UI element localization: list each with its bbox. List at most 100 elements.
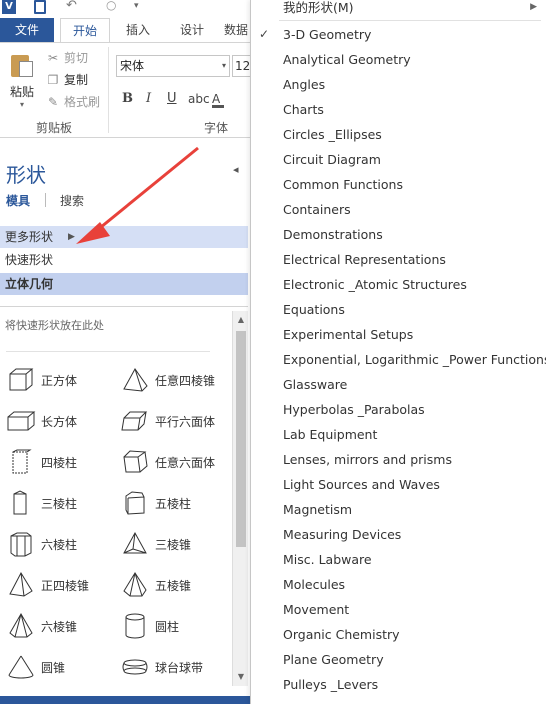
- shape-label: 圆锥: [41, 661, 66, 675]
- shape-label: 正方体: [41, 374, 78, 388]
- shape-item[interactable]: 三棱锥: [120, 529, 230, 559]
- bold-button[interactable]: B: [122, 89, 133, 109]
- shapes-pane: 形状 ◂ 模具 搜索 更多形状 ▶ 快速形状 立体几何 将快速形状放在此处 正方…: [0, 139, 250, 704]
- menu-item[interactable]: Equations: [251, 297, 546, 322]
- quick-shapes-item[interactable]: 快速形状: [0, 249, 248, 271]
- tab-home[interactable]: 开始: [60, 18, 110, 42]
- menu-item[interactable]: Plane Geometry: [251, 647, 546, 672]
- visio-logo-icon: V: [2, 0, 16, 14]
- shape-item[interactable]: 任意六面体: [120, 447, 230, 477]
- shape-item[interactable]: 三棱柱: [6, 488, 116, 518]
- tab-design[interactable]: 设计: [170, 18, 214, 42]
- clipboard-group-label: 剪贴板: [36, 121, 73, 135]
- format-painter-button[interactable]: ✎ 格式刷: [46, 93, 100, 111]
- menu-item[interactable]: Experimental Setups: [251, 322, 546, 347]
- menu-item[interactable]: Circuit Diagram: [251, 147, 546, 172]
- tab-divider: [45, 193, 46, 207]
- cuboid-icon: [7, 411, 36, 431]
- pane-divider: [0, 306, 248, 307]
- copy-button[interactable]: ❐ 复制: [46, 71, 88, 89]
- menu-item[interactable]: Containers: [251, 197, 546, 222]
- shape-item[interactable]: 五棱锥: [120, 570, 230, 600]
- tab-file[interactable]: 文件: [0, 18, 54, 42]
- menu-item-label: Demonstrations: [283, 227, 383, 242]
- shape-label: 平行六面体: [155, 415, 216, 429]
- shape-item[interactable]: 正四棱锥: [6, 570, 116, 600]
- menu-item[interactable]: Movement: [251, 597, 546, 622]
- stencil-3d-geometry[interactable]: 立体几何: [0, 273, 248, 295]
- penta-pyramid-icon: [123, 572, 147, 597]
- menu-item[interactable]: Magnetism: [251, 497, 546, 522]
- shape-item[interactable]: 球台球带: [120, 652, 230, 682]
- menu-item[interactable]: Glassware: [251, 372, 546, 397]
- shape-label: 圆柱: [155, 620, 180, 634]
- menu-item[interactable]: Circles _Ellipses: [251, 122, 546, 147]
- menu-item[interactable]: Measuring Devices: [251, 522, 546, 547]
- redo-icon[interactable]: ○: [106, 0, 118, 14]
- menu-item[interactable]: Molecules: [251, 572, 546, 597]
- save-icon[interactable]: [34, 0, 46, 14]
- shapes-scrollbar[interactable]: ▲ ▼: [232, 311, 248, 686]
- shape-item[interactable]: 圆柱: [120, 611, 230, 641]
- menu-item-label: Glassware: [283, 377, 348, 392]
- menu-item[interactable]: Lab Equipment: [251, 422, 546, 447]
- menu-item[interactable]: Electronic _Atomic Structures: [251, 272, 546, 297]
- menu-item[interactable]: Analytical Geometry: [251, 47, 546, 72]
- menu-item[interactable]: Pulleys _Levers: [251, 672, 546, 697]
- menu-item-label: Angles: [283, 77, 326, 92]
- tab-stencils[interactable]: 模具: [6, 192, 30, 209]
- paste-button[interactable]: 粘贴 ▾: [4, 49, 40, 111]
- scroll-down-icon[interactable]: ▼: [235, 670, 247, 684]
- collapse-pane-icon[interactable]: ◂: [233, 163, 239, 176]
- strikethrough-button[interactable]: abc: [188, 89, 210, 109]
- copy-icon: ❐: [47, 73, 59, 87]
- undo-icon[interactable]: ↶: [66, 0, 78, 14]
- shape-label: 六棱柱: [41, 538, 78, 552]
- menu-item-label: Containers: [283, 202, 351, 217]
- paste-label: 粘贴: [9, 85, 34, 99]
- menu-item[interactable]: Organic Chemistry: [251, 622, 546, 647]
- title-bar: V ↶ ○ ▾: [0, 0, 260, 18]
- menu-item[interactable]: Hyperbolas _Parabolas: [251, 397, 546, 422]
- menu-item[interactable]: Lenses, mirrors and prisms: [251, 447, 546, 472]
- cut-button[interactable]: ✂ 剪切: [46, 49, 88, 67]
- shape-item[interactable]: 平行六面体: [120, 406, 230, 436]
- menu-item[interactable]: Light Sources and Waves: [251, 472, 546, 497]
- paste-dropdown-icon[interactable]: ▾: [4, 100, 40, 109]
- menu-item[interactable]: ✓ 3-D Geometry: [251, 22, 546, 47]
- chevron-down-icon: ▾: [221, 61, 226, 70]
- menu-item[interactable]: Exponential, Logarithmic _Power Function…: [251, 347, 546, 372]
- shape-item[interactable]: 五棱柱: [120, 488, 230, 518]
- shape-item[interactable]: 圆锥: [6, 652, 116, 682]
- menu-item-label: Lab Equipment: [283, 427, 378, 442]
- menu-item[interactable]: Electrical Representations: [251, 247, 546, 272]
- shape-item[interactable]: 任意四棱锥: [120, 365, 230, 395]
- shape-item[interactable]: 长方体: [6, 406, 116, 436]
- underline-button[interactable]: U: [167, 89, 177, 109]
- menu-item[interactable]: Demonstrations: [251, 222, 546, 247]
- tab-insert[interactable]: 插入: [116, 18, 160, 42]
- font-name-select[interactable]: 宋体 ▾: [116, 55, 230, 77]
- font-color-swatch: [212, 105, 224, 108]
- scroll-up-icon[interactable]: ▲: [235, 313, 247, 327]
- font-name-value: 宋体: [120, 59, 145, 73]
- menu-item[interactable]: Misc. Labware: [251, 547, 546, 572]
- scroll-thumb[interactable]: [236, 331, 246, 547]
- menu-item-my-shapes[interactable]: 我的形状(M) ▶: [251, 0, 546, 20]
- customize-toolbar-icon[interactable]: ▾: [134, 0, 144, 14]
- menu-item[interactable]: Charts: [251, 97, 546, 122]
- shape-item[interactable]: 四棱柱: [6, 447, 116, 477]
- menu-item[interactable]: Common Functions: [251, 172, 546, 197]
- menu-item-label: 我的形状(M): [283, 0, 354, 15]
- font-color-button[interactable]: A: [212, 89, 224, 109]
- menu-item-label: Analytical Geometry: [283, 52, 411, 67]
- shape-item[interactable]: 正方体: [6, 365, 116, 395]
- tab-search[interactable]: 搜索: [60, 192, 84, 209]
- menu-divider: [279, 20, 541, 21]
- menu-item[interactable]: Angles: [251, 72, 546, 97]
- more-shapes-item[interactable]: 更多形状 ▶: [0, 226, 248, 248]
- shape-item[interactable]: 六棱锥: [6, 611, 116, 641]
- regular-quad-pyramid-icon: [9, 572, 33, 597]
- italic-button[interactable]: I: [146, 89, 151, 109]
- shape-item[interactable]: 六棱柱: [6, 529, 116, 559]
